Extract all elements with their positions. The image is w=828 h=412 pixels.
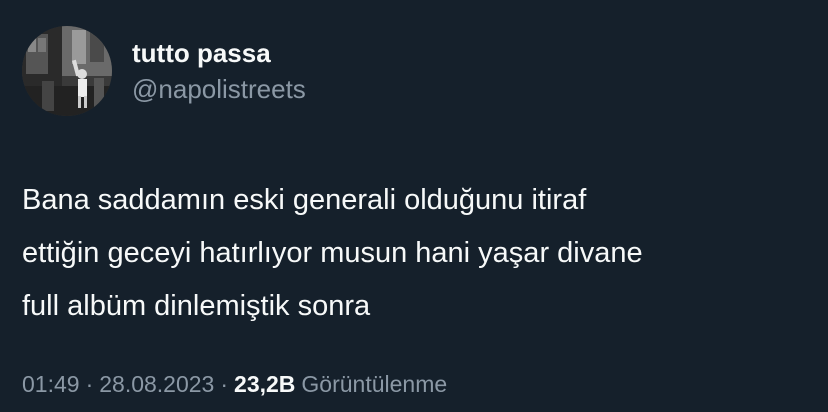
- tweet-date[interactable]: 28.08.2023: [99, 370, 214, 398]
- author-display-name[interactable]: tutto passa: [132, 37, 306, 69]
- author-handle[interactable]: @napolistreets: [132, 73, 306, 105]
- tweet-card: tutto passa @napolistreets Bana saddamın…: [0, 0, 828, 412]
- avatar-photo-icon: [22, 26, 112, 116]
- meta-separator: ·: [85, 371, 94, 397]
- tweet-header: tutto passa @napolistreets: [22, 26, 306, 116]
- tweet-time[interactable]: 01:49: [22, 370, 80, 398]
- meta-separator: ·: [220, 371, 229, 397]
- avatar[interactable]: [22, 26, 112, 116]
- tweet-meta: 01:49 · 28.08.2023 · 23,2B Görüntülenme: [22, 370, 447, 398]
- views-label: Görüntülenme: [301, 371, 448, 397]
- author-names: tutto passa @napolistreets: [132, 37, 306, 105]
- tweet-text: Bana saddamın eski generali olduğunu iti…: [22, 184, 643, 322]
- views-count[interactable]: 23,2B: [234, 370, 295, 398]
